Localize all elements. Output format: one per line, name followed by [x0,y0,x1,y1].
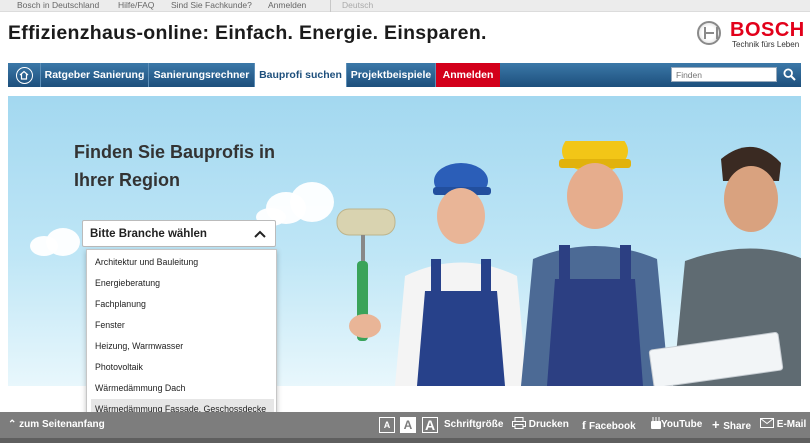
youtube-link[interactable]: YouTube [651,412,702,438]
facebook-link[interactable]: f Facebook [582,412,636,440]
back-to-top-label: zum Seitenanfang [19,419,105,430]
option-architektur[interactable]: Architektur und Bauleitung [87,252,278,273]
main-navigation: Ratgeber Sanierung Sanierungsrechner Bau… [8,63,801,87]
share-label: Share [723,421,752,432]
share-link[interactable]: + Share [712,412,751,440]
print-link[interactable]: Drucken [512,412,569,438]
mail-icon [760,418,774,428]
link-top-anmelden[interactable]: Anmelden [268,0,306,11]
option-waermedaemmung-dach[interactable]: Wärmedämmung Dach [87,378,278,399]
home-button[interactable] [8,63,41,87]
site-title: Effizienzhaus-online: Einfach. Energie. … [8,22,487,44]
option-fenster[interactable]: Fenster [87,315,278,336]
topbar-divider [330,0,331,12]
email-label: E-Mail [776,419,807,430]
option-photovoltaik[interactable]: Photovoltaik [87,357,278,378]
print-icon [512,417,526,429]
construction-workers-illustration [336,141,801,386]
back-to-top-link[interactable]: ⌃ zum Seitenanfang [8,412,105,438]
footer-toolbar: ⌃ zum Seitenanfang A A A Schriftgröße Dr… [0,412,810,438]
facebook-label: Facebook [589,421,636,432]
brand-tagline: Technik fürs Leben [732,40,800,49]
link-hilfe-faq[interactable]: Hilfe/FAQ [118,0,154,11]
utility-bar: Bosch in Deutschland Hilfe/FAQ Sind Sie … [0,0,810,12]
cloud-decoration [46,228,80,256]
branche-options-list: Architektur und Bauleitung Energieberatu… [86,249,277,424]
link-bosch-deutschland[interactable]: Bosch in Deutschland [17,0,99,11]
search-icon [782,68,796,81]
font-size-medium-button[interactable]: A [400,417,416,433]
cloud-decoration [290,182,334,222]
nav-projektbeispiele[interactable]: Projektbeispiele [347,63,436,87]
font-size-label: Schriftgröße [444,419,504,430]
nav-bauprofi-suchen[interactable]: Bauprofi suchen [255,63,347,87]
search-button[interactable] [779,65,799,84]
hero-title-line-2: Ihrer Region [74,170,181,190]
home-icon [15,66,33,84]
font-size-large-button[interactable]: A [422,417,438,433]
hero-title-line-1: Finden Sie Bauprofis in [74,142,276,162]
email-link[interactable]: E-Mail [760,412,806,438]
youtube-icon [651,417,661,429]
hero-title: Finden Sie Bauprofis in Ihrer Region [74,138,275,194]
brand-name[interactable]: BOSCH [730,19,805,42]
footer-strip [0,438,810,443]
font-size-small-button[interactable]: A [379,417,395,433]
nav-anmelden[interactable]: Anmelden [436,63,500,87]
nav-ratgeber-sanierung[interactable]: Ratgeber Sanierung [41,63,149,87]
branche-select[interactable]: Bitte Branche wählen [82,220,276,247]
language-selector[interactable]: Deutsch [342,0,373,11]
option-energieberatung[interactable]: Energieberatung [87,273,278,294]
facebook-icon: f [582,418,589,432]
link-fachkunde[interactable]: Sind Sie Fachkunde? [171,0,252,11]
share-plus-icon: + [712,417,724,432]
bosch-logo-icon[interactable] [697,21,721,45]
search-input[interactable] [671,67,777,82]
youtube-label: YouTube [661,419,703,430]
print-label: Drucken [528,419,569,430]
option-fachplanung[interactable]: Fachplanung [87,294,278,315]
chevron-up-icon: ⌃ [8,419,20,430]
branche-select-label: Bitte Branche wählen [90,228,207,240]
chevron-up-icon [254,230,266,238]
nav-sanierungsrechner[interactable]: Sanierungsrechner [149,63,255,87]
option-heizung[interactable]: Heizung, Warmwasser [87,336,278,357]
